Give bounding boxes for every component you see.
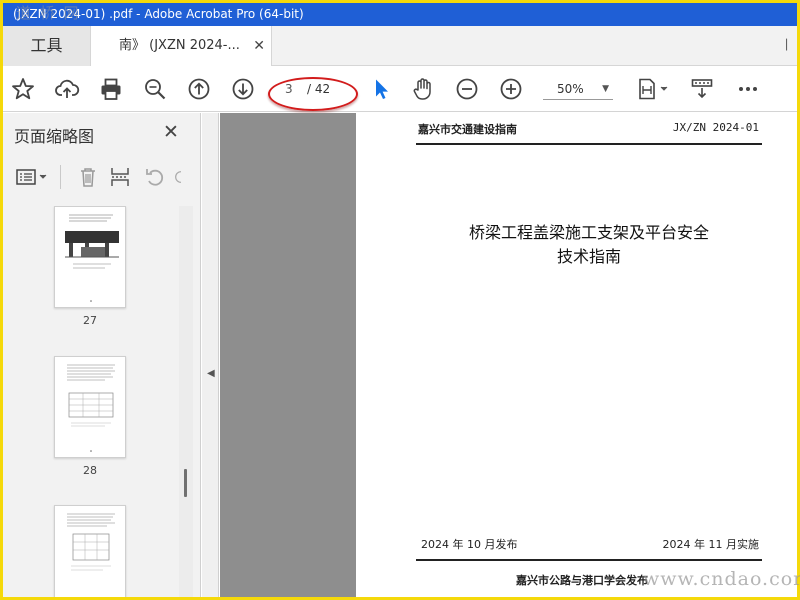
panel-toolbar [3, 161, 201, 193]
zoom-value: 50% [557, 82, 584, 96]
implement-date: 2024 年 11 月实施 [662, 538, 759, 551]
zoom-search-icon[interactable] [140, 74, 170, 104]
thumbnail-label: 27 [83, 314, 97, 327]
document-viewer: 嘉兴市交通建设指南 JX/ZN 2024-01 桥梁工程盖梁施工支架及平台安全 … [220, 113, 797, 597]
doc-title-line2: 技术指南 [556, 247, 621, 266]
select-arrow-icon[interactable] [366, 74, 396, 104]
panel-title: 页面缩略图 [14, 127, 95, 146]
tab-document-label: 南》 (JXZN 2024-... [119, 38, 240, 53]
zoom-select[interactable]: 50% ▼ [543, 78, 613, 100]
tab-document[interactable]: 南》 (JXZN 2024-... ✕ [91, 26, 272, 67]
close-icon[interactable]: ✕ [163, 121, 179, 143]
thumbnail-page[interactable] [54, 505, 126, 597]
hand-icon[interactable] [408, 74, 438, 104]
rotate-right-icon[interactable] [173, 165, 189, 189]
thumbnail-options-icon[interactable] [15, 165, 51, 189]
tab-bar: 工具 南》 (JXZN 2024-... ✕ ▏ [3, 26, 797, 67]
chevron-down-icon: ▼ [602, 84, 609, 94]
toolbar-divider [60, 165, 61, 189]
footer-rule [416, 559, 762, 561]
publish-date: 2024 年 10 月发布 [421, 538, 518, 551]
fit-page-icon[interactable] [633, 74, 673, 104]
trash-icon[interactable] [76, 165, 100, 189]
doc-title-line1: 桥梁工程盖梁施工支架及平台安全 [468, 223, 709, 242]
panel-collapse-strip[interactable]: ◀ [202, 113, 219, 597]
publisher-line: 嘉兴市公路与港口学会发布 [516, 574, 648, 587]
pdf-page: 嘉兴市交通建设指南 JX/ZN 2024-01 桥梁工程盖梁施工支架及平台安全 … [356, 113, 797, 597]
tab-tools[interactable]: 工具 [3, 26, 91, 66]
thumbnail-label: 28 [83, 464, 97, 477]
doc-header-left: 嘉兴市交通建设指南 [418, 123, 517, 136]
thumbnail-scrollbar[interactable] [179, 206, 193, 597]
page-down-icon[interactable] [228, 74, 258, 104]
thumbnail-list: 27 28 29 [3, 206, 177, 597]
main-toolbar: 3 / 42 50% ▼ [3, 66, 797, 112]
zoom-out-icon[interactable] [452, 74, 482, 104]
doc-header-right: JX/ZN 2024-01 [672, 121, 759, 134]
thumbnail-page[interactable] [54, 206, 126, 308]
cloud-upload-icon[interactable] [52, 74, 82, 104]
print-icon[interactable] [96, 74, 126, 104]
watermark-bottom-right: www.cndao.com [643, 568, 800, 590]
window-title: (JXZN 2024-01) .pdf - Adobe Acrobat Pro … [3, 3, 797, 26]
scrollbar-thumb[interactable] [184, 469, 187, 497]
more-icon[interactable] [733, 74, 763, 104]
zoom-in-icon[interactable] [496, 74, 526, 104]
thumbnail-page[interactable] [54, 356, 126, 458]
collapse-left-icon[interactable]: ◀ [207, 368, 215, 379]
doc-title: 桥梁工程盖梁施工支架及平台安全 技术指南 [416, 221, 762, 269]
watermark-top-left: 道 桥 网 [16, 4, 81, 22]
tab-close-icon[interactable]: ✕ [253, 26, 265, 66]
page-up-icon[interactable] [184, 74, 214, 104]
insert-page-icon[interactable] [108, 165, 132, 189]
page-thumbnails-panel: 页面缩略图 ✕ 27 28 [3, 113, 201, 597]
acrobat-window: (JXZN 2024-01) .pdf - Adobe Acrobat Pro … [3, 3, 797, 597]
red-highlight-ellipse [268, 77, 358, 111]
tab-overflow-icon[interactable]: ▏ [783, 26, 797, 66]
scroll-mode-icon[interactable] [687, 74, 717, 104]
star-icon[interactable] [8, 74, 38, 104]
rotate-left-icon[interactable] [143, 165, 167, 189]
header-rule [416, 143, 762, 145]
